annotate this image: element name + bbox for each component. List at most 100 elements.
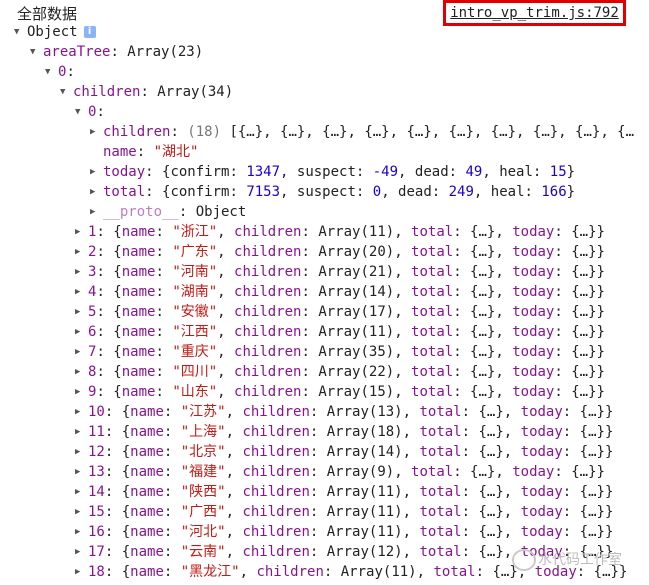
areatree-key: areaTree <box>43 44 111 60</box>
collapsed-triangle-icon[interactable]: ▶ <box>75 542 88 562</box>
areatree-row[interactable]: ▼ areaTree: Array(23) <box>0 42 649 62</box>
today-confirm-value: 1347 <box>246 164 281 180</box>
collapsed-triangle-icon[interactable]: ▶ <box>75 562 88 582</box>
province-children-summary: Array(11) <box>326 484 403 500</box>
proto-key: __proto__ <box>103 204 179 220</box>
province-name: "江苏" <box>180 404 226 420</box>
today-dead-value: 49 <box>465 164 483 180</box>
watermark-text: 水代码工作室 <box>538 552 622 568</box>
province-row[interactable]: ▶ 9: {name: "山东", children: Array(15), to… <box>0 382 649 402</box>
collapsed-triangle-icon[interactable]: ▶ <box>75 322 88 342</box>
province-row[interactable]: ▶ 10: {name: "江苏", children: Array(13), t… <box>0 402 649 422</box>
province-row[interactable]: ▶ 1: {name: "浙江", children: Array(11), to… <box>0 222 649 242</box>
province-name: "浙江" <box>172 224 218 240</box>
province-name: "上海" <box>180 424 226 440</box>
hubei-proto-row[interactable]: ▶ __proto__: Object <box>0 202 649 222</box>
province-children-summary: Array(12) <box>326 544 403 560</box>
collapsed-triangle-icon[interactable]: ▶ <box>90 202 103 222</box>
collapsed-triangle-icon[interactable]: ▶ <box>75 382 88 402</box>
collapsed-triangle-icon[interactable]: ▶ <box>90 182 103 202</box>
today-suspect-value: -49 <box>372 164 399 180</box>
province-name: "河南" <box>172 264 218 280</box>
province-children-summary: Array(11) <box>340 564 417 580</box>
collapsed-triangle-icon[interactable]: ▶ <box>75 502 88 522</box>
province-name: "福建" <box>180 464 226 480</box>
province-index: 17 <box>88 544 105 560</box>
total-dead-value: 249 <box>448 184 474 200</box>
expanded-triangle-icon[interactable]: ▼ <box>45 62 58 82</box>
province-row[interactable]: ▶ 2: {name: "广东", children: Array(20), to… <box>0 242 649 262</box>
province-row[interactable]: ▶ 4: {name: "湖南", children: Array(14), to… <box>0 282 649 302</box>
province-index: 15 <box>88 504 105 520</box>
collapsed-triangle-icon[interactable]: ▶ <box>90 122 103 142</box>
root-object-label: Object <box>27 24 78 40</box>
expanded-triangle-icon[interactable]: ▼ <box>75 102 88 122</box>
province-children-summary: Array(13) <box>326 404 403 420</box>
console-log-label: 全部数据 <box>17 5 78 23</box>
hubei-children-count: (18) <box>187 124 222 140</box>
province-row[interactable]: ▶ 16: {name: "河北", children: Array(11), t… <box>0 522 649 542</box>
province-children-summary: Array(18) <box>326 424 403 440</box>
country-0-row[interactable]: ▼ 0: <box>0 62 649 82</box>
hubei-today-row[interactable]: ▶ today: {confirm: 1347, suspect: -49, de… <box>0 162 649 182</box>
province-row[interactable]: ▶ 14: {name: "陕西", children: Array(11), t… <box>0 482 649 502</box>
province-row[interactable]: ▶ 8: {name: "四川", children: Array(22), to… <box>0 362 649 382</box>
province-0-row[interactable]: ▼ 0: <box>0 102 649 122</box>
children-key: children <box>73 84 141 100</box>
hubei-total-row[interactable]: ▶ total: {confirm: 7153, suspect: 0, dead… <box>0 182 649 202</box>
province-index: 12 <box>88 444 105 460</box>
expanded-triangle-icon[interactable]: ▼ <box>14 22 27 42</box>
expanded-triangle-icon[interactable]: ▼ <box>30 42 43 62</box>
hubei-children-key: children <box>103 124 171 140</box>
province-children-summary: Array(21) <box>318 264 395 280</box>
province-row[interactable]: ▶ 6: {name: "江西", children: Array(11), to… <box>0 322 649 342</box>
province-row[interactable]: ▶ 5: {name: "安徽", children: Array(17), to… <box>0 302 649 322</box>
province-row[interactable]: ▶ 7: {name: "重庆", children: Array(35), to… <box>0 342 649 362</box>
collapsed-triangle-icon[interactable]: ▶ <box>75 522 88 542</box>
province-name: "陕西" <box>180 484 226 500</box>
province-name: "安徽" <box>172 304 218 320</box>
province-index: 16 <box>88 524 105 540</box>
collapsed-triangle-icon[interactable]: ▶ <box>75 422 88 442</box>
province-children-summary: Array(11) <box>326 504 403 520</box>
collapsed-triangle-icon[interactable]: ▶ <box>75 482 88 502</box>
name-key: name <box>103 144 137 160</box>
province-name: "广东" <box>172 244 218 260</box>
province-children-summary: Array(20) <box>318 244 395 260</box>
province-children-summary: Array(11) <box>318 324 395 340</box>
children-row[interactable]: ▼ children: Array(34) <box>0 82 649 102</box>
collapsed-triangle-icon[interactable]: ▶ <box>75 302 88 322</box>
object-tree: ▼ Object i ▼ areaTree: Array(23) ▼ 0: ▼ child… <box>0 22 649 582</box>
collapsed-triangle-icon[interactable]: ▶ <box>75 222 88 242</box>
province-row[interactable]: ▶ 11: {name: "上海", children: Array(18), t… <box>0 422 649 442</box>
collapsed-triangle-icon[interactable]: ▶ <box>75 242 88 262</box>
hubei-children-row[interactable]: ▶ children: (18) [{…}, {…}, {…}, {…}, {…}… <box>0 122 649 142</box>
province-name: "北京" <box>180 444 226 460</box>
collapsed-triangle-icon[interactable]: ▶ <box>75 442 88 462</box>
collapsed-triangle-icon[interactable]: ▶ <box>75 402 88 422</box>
province-name: "江西" <box>172 324 218 340</box>
province-children-summary: Array(11) <box>318 224 395 240</box>
collapsed-triangle-icon[interactable]: ▶ <box>75 282 88 302</box>
province-children-summary: Array(11) <box>326 524 403 540</box>
province-row[interactable]: ▶ 3: {name: "河南", children: Array(21), to… <box>0 262 649 282</box>
info-icon[interactable]: i <box>83 26 96 38</box>
root-object-row[interactable]: ▼ Object i <box>0 22 649 42</box>
collapsed-triangle-icon[interactable]: ▶ <box>75 342 88 362</box>
source-file-link[interactable]: intro_vp_trim.js:792 <box>450 5 619 21</box>
collapsed-triangle-icon[interactable]: ▶ <box>75 362 88 382</box>
province-list: ▶ 1: {name: "浙江", children: Array(11), to… <box>0 222 649 582</box>
province-children-summary: Array(15) <box>318 384 395 400</box>
total-key: total <box>103 184 146 200</box>
expanded-triangle-icon[interactable]: ▼ <box>60 82 73 102</box>
today-key: today <box>103 164 146 180</box>
collapsed-triangle-icon[interactable]: ▶ <box>90 162 103 182</box>
collapsed-triangle-icon[interactable]: ▶ <box>75 262 88 282</box>
areatree-summary: Array(23) <box>127 44 204 60</box>
province-row[interactable]: ▶ 13: {name: "福建", children: Array(9), to… <box>0 462 649 482</box>
province-row[interactable]: ▶ 12: {name: "北京", children: Array(14), t… <box>0 442 649 462</box>
collapsed-triangle-icon[interactable]: ▶ <box>75 462 88 482</box>
province-children-summary: Array(22) <box>318 364 395 380</box>
total-suspect-value: 0 <box>372 184 382 200</box>
province-row[interactable]: ▶ 15: {name: "广西", children: Array(11), t… <box>0 502 649 522</box>
